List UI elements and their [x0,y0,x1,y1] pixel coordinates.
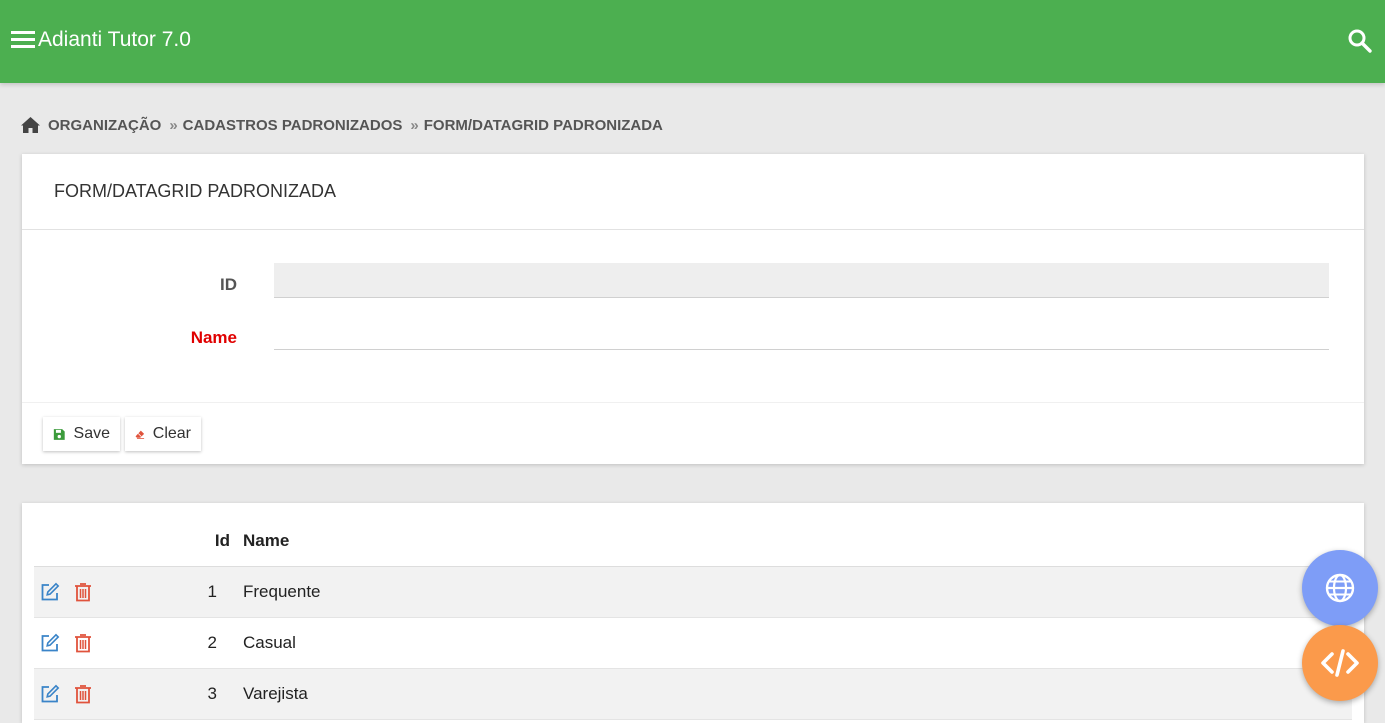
datagrid-header: Id Name [34,525,1352,567]
edit-icon[interactable] [40,684,60,704]
form-panel: FORM/DATAGRID PADRONIZADA ID Name Save C… [22,154,1364,464]
table-row: 2 Casual [34,618,1352,669]
trash-icon[interactable] [74,684,92,704]
name-field[interactable] [274,315,1329,350]
code-icon [1321,649,1359,677]
cell-name: Casual [243,633,296,652]
form-title-divider [22,229,1364,230]
id-field[interactable] [274,263,1329,298]
clear-button-label: Clear [152,425,191,442]
cell-name: Varejista [243,684,308,703]
form-actions: Save Clear [22,402,1364,465]
search-icon[interactable] [1347,28,1373,54]
edit-icon[interactable] [40,582,60,602]
hamburger-icon[interactable] [10,27,36,51]
trash-icon[interactable] [74,633,92,653]
globe-button[interactable] [1302,550,1378,626]
trash-icon[interactable] [74,582,92,602]
save-button[interactable]: Save [43,417,120,451]
column-header-name[interactable]: Name [243,531,289,551]
eraser-icon [135,430,145,439]
breadcrumb-separator: » [169,116,178,134]
breadcrumb-item-cadastros[interactable]: CADASTROS PADRONIZADOS [183,117,403,134]
table-row: 1 Frequente [34,567,1352,618]
save-button-label: Save [73,425,110,442]
cell-name: Frequente [243,582,321,601]
breadcrumb-item-current: FORM/DATAGRID PADRONIZADA [423,116,663,134]
breadcrumb: ORGANIZAÇÃO » CADASTROS PADRONIZADOS » F… [20,113,663,137]
form-title: FORM/DATAGRID PADRONIZADA [54,181,337,201]
floppy-disk-icon [53,428,65,440]
cell-id: 3 [207,684,217,703]
edit-icon[interactable] [40,633,60,653]
cell-id: 1 [207,582,217,601]
top-navbar: Adianti Tutor 7.0 [0,0,1385,83]
breadcrumb-item-organizacao[interactable]: ORGANIZAÇÃO [48,117,161,134]
app-title[interactable]: Adianti Tutor 7.0 [38,27,191,53]
id-field-label: ID [220,275,237,294]
home-icon[interactable] [20,116,41,134]
column-header-id[interactable]: Id [134,531,230,551]
cell-id: 2 [207,633,217,652]
datagrid-panel: Id Name 1 Frequente 2 Casual 3 Varejista [22,503,1364,723]
table-row: 3 Varejista [34,669,1352,720]
globe-icon [1325,573,1355,603]
source-code-button[interactable] [1302,625,1378,701]
clear-button[interactable]: Clear [125,417,201,451]
breadcrumb-separator: » [410,116,419,134]
name-field-label: Name [190,328,237,347]
